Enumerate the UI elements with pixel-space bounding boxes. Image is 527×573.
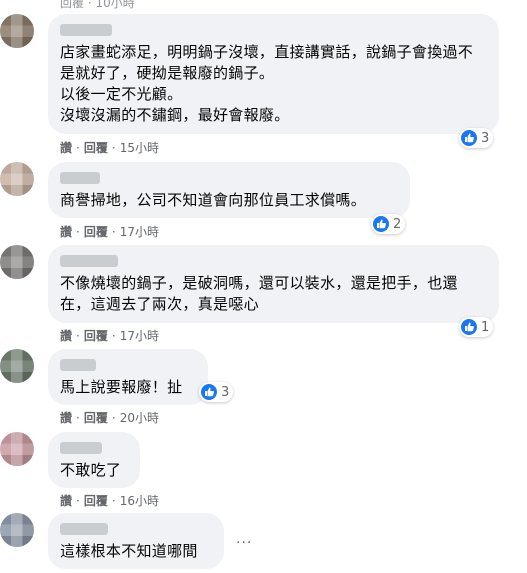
comment-bubble: 不像燒壞的鍋子，是破洞嗎，還可以裝水，還是把手，也還在，這週去了兩次，真是噁心 [48,245,499,323]
reaction-count[interactable]: 2 [371,214,406,234]
comment-time[interactable]: 20小時 [120,411,159,425]
avatar[interactable] [0,245,34,279]
comment-text: 這樣根本不知道哪間 [60,542,198,560]
avatar[interactable] [0,513,34,547]
reply-button[interactable]: 回覆 [84,494,108,508]
comment-bubble: 這樣根本不知道哪間 [48,513,224,569]
author-name-redacted[interactable] [60,442,102,454]
reaction-count[interactable]: 1 [459,317,494,337]
reply-button[interactable]: 回覆 [84,329,108,343]
comment-actions: 讚 · 回覆 · 17小時 [60,225,159,239]
comment-feed: 回覆 · 10小時 店家畫蛇添足，明明鍋子沒壞，直接講實話，說鍋子會換過不是就好… [0,0,527,573]
author-name-redacted[interactable] [60,523,108,535]
like-button[interactable]: 讚 [60,411,72,425]
comment-actions: 讚 · 回覆 · 15小時 [60,141,159,155]
avatar[interactable] [0,14,34,48]
like-button[interactable]: 讚 [60,225,72,239]
comment-time[interactable]: 15小時 [120,141,159,155]
reaction-number: 3 [221,384,230,400]
comment-time[interactable]: 17小時 [120,225,159,239]
reply-button[interactable]: 回覆 [60,0,84,10]
reply-button[interactable]: 回覆 [84,141,108,155]
comment-actions: 讚 · 回覆 · 20小時 [60,411,159,425]
reaction-count[interactable]: 3 [199,382,234,402]
comment-text: 馬上說要報廢！扯 [60,378,183,396]
comment-bubble: 商譽掃地，公司不知道會向那位員工求償嗎。 [48,162,410,218]
reaction-count[interactable]: 3 [459,128,494,148]
avatar[interactable] [0,349,34,383]
avatar[interactable] [0,162,34,196]
reaction-number: 1 [481,319,490,335]
more-options-icon[interactable]: ··· [236,535,252,551]
like-button[interactable]: 讚 [60,329,72,343]
comment-bubble: 不敢吃了 [48,432,140,488]
comment-actions: 讚 · 回覆 · 16小時 [60,494,159,508]
comment-actions: 讚 · 回覆 · 17小時 [60,329,159,343]
comment-time: 10小時 [95,0,135,10]
like-button[interactable]: 讚 [60,141,72,155]
author-name-redacted[interactable] [60,24,112,36]
reply-button[interactable]: 回覆 [84,411,108,425]
avatar[interactable] [0,432,34,466]
comment-bubble: 馬上說要報廢！扯 [48,349,208,405]
previous-comment-actions: 回覆 · 10小時 [60,0,135,11]
thumbs-up-icon [461,130,477,146]
author-name-redacted[interactable] [60,359,96,371]
author-name-redacted[interactable] [60,172,100,184]
thumbs-up-icon [461,319,477,335]
comment-bubble: 店家畫蛇添足，明明鍋子沒壞，直接講實話，說鍋子會換過不是就好了，硬拗是報廢的鍋子… [48,14,499,134]
comment-text: 商譽掃地，公司不知道會向那位員工求償嗎。 [60,191,367,209]
comment-time[interactable]: 17小時 [120,329,159,343]
comment-text: 店家畫蛇添足，明明鍋子沒壞，直接講實話，說鍋子會換過不是就好了，硬拗是報廢的鍋子… [60,43,474,124]
like-button[interactable]: 讚 [60,494,72,508]
author-name-redacted[interactable] [60,255,118,267]
reaction-number: 3 [481,130,490,146]
thumbs-up-icon [373,216,389,232]
comment-text: 不敢吃了 [60,461,122,479]
reply-button[interactable]: 回覆 [84,225,108,239]
comment-text: 不像燒壞的鍋子，是破洞嗎，還可以裝水，還是把手，也還在，這週去了兩次，真是噁心 [60,274,458,313]
reaction-number: 2 [393,216,402,232]
comment-time[interactable]: 16小時 [120,494,159,508]
thumbs-up-icon [201,384,217,400]
